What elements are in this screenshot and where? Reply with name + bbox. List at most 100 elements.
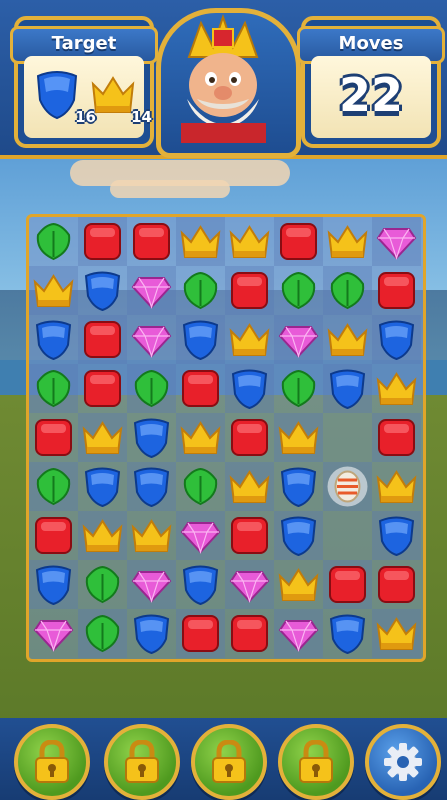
board-cell[interactable] — [372, 315, 421, 364]
green-leaf-icon — [183, 467, 218, 506]
booster-slot-1-locked[interactable] — [14, 724, 90, 800]
green-leaf-icon — [85, 614, 120, 653]
board-cell[interactable] — [78, 364, 127, 413]
board-cell[interactable] — [323, 217, 372, 266]
board-cell[interactable] — [127, 315, 176, 364]
target-item-shield: 16 — [34, 70, 96, 126]
yellow-crown-icon — [376, 470, 417, 503]
board-cell[interactable] — [78, 511, 127, 560]
yellow-crown-icon — [82, 519, 123, 552]
board-cell[interactable] — [274, 609, 323, 658]
board-cell[interactable] — [176, 364, 225, 413]
board-cell[interactable] — [127, 364, 176, 413]
board-cell[interactable] — [372, 413, 421, 462]
board-cell[interactable] — [225, 609, 274, 658]
green-leaf-icon — [36, 467, 71, 506]
board-cell[interactable] — [29, 364, 78, 413]
green-leaf-icon — [36, 369, 71, 408]
board-cell[interactable] — [225, 560, 274, 609]
booster-slot-2-locked[interactable] — [104, 724, 180, 800]
yellow-crown-icon — [278, 568, 319, 601]
booster-slot-4-locked[interactable] — [278, 724, 354, 800]
blue-shield-icon — [378, 320, 415, 360]
top-bar: Target 16 14 Moves 22 — [0, 0, 447, 159]
blue-shield-icon — [182, 320, 219, 360]
board-cell[interactable] — [323, 511, 372, 560]
board-cell[interactable] — [372, 609, 421, 658]
pink-gem-icon — [131, 571, 172, 603]
board-cell[interactable] — [29, 609, 78, 658]
board-cell[interactable] — [29, 315, 78, 364]
booster-slot-3-locked[interactable] — [191, 724, 267, 800]
board-cell[interactable] — [176, 511, 225, 560]
board-cell[interactable] — [29, 413, 78, 462]
blue-shield-icon — [133, 614, 170, 654]
settings-button[interactable] — [365, 724, 441, 800]
board-cell[interactable] — [323, 560, 372, 609]
board-cell[interactable] — [176, 560, 225, 609]
board-cell[interactable] — [225, 315, 274, 364]
board-cell[interactable] — [127, 511, 176, 560]
board-cell[interactable] — [323, 315, 372, 364]
board-cell[interactable] — [274, 217, 323, 266]
blue-shield-icon — [84, 271, 121, 311]
board-cell[interactable] — [127, 217, 176, 266]
board-cell[interactable] — [225, 413, 274, 462]
board-cell[interactable] — [274, 315, 323, 364]
board-cell[interactable] — [176, 217, 225, 266]
red-cube-icon — [84, 370, 121, 407]
board-cell[interactable] — [78, 217, 127, 266]
board-cell[interactable] — [176, 266, 225, 315]
pink-gem-icon — [229, 571, 270, 603]
board-cell[interactable] — [225, 266, 274, 315]
board-cell[interactable] — [323, 609, 372, 658]
board-cell[interactable] — [225, 217, 274, 266]
board-cell[interactable] — [127, 609, 176, 658]
board-cell[interactable] — [225, 364, 274, 413]
board-cell[interactable] — [225, 511, 274, 560]
board-cell[interactable] — [274, 364, 323, 413]
gear-icon — [384, 743, 422, 781]
board-cell[interactable] — [29, 560, 78, 609]
board-cell[interactable] — [372, 560, 421, 609]
board-cell[interactable] — [78, 560, 127, 609]
blue-shield-icon — [35, 320, 72, 360]
board-cell[interactable] — [323, 266, 372, 315]
board-cell[interactable] — [78, 609, 127, 658]
blue-shield-icon — [280, 516, 317, 556]
board-cell[interactable] — [323, 462, 372, 511]
board-cell[interactable] — [29, 217, 78, 266]
board-cell[interactable] — [29, 266, 78, 315]
yellow-crown-icon — [180, 421, 221, 454]
board-cell[interactable] — [78, 462, 127, 511]
board-cell[interactable] — [274, 560, 323, 609]
board-cell[interactable] — [372, 364, 421, 413]
moves-counter: 22 — [338, 68, 403, 122]
board-cell[interactable] — [127, 266, 176, 315]
board-cell[interactable] — [323, 413, 372, 462]
board-cell[interactable] — [127, 462, 176, 511]
board-cell[interactable] — [225, 462, 274, 511]
green-leaf-icon — [330, 271, 365, 310]
board-cell[interactable] — [78, 266, 127, 315]
board-cell[interactable] — [176, 315, 225, 364]
board-cell[interactable] — [323, 364, 372, 413]
board-cell[interactable] — [274, 266, 323, 315]
board-cell[interactable] — [372, 462, 421, 511]
yellow-crown-icon — [376, 372, 417, 405]
board-cell[interactable] — [176, 462, 225, 511]
board-cell[interactable] — [274, 413, 323, 462]
board-cell[interactable] — [176, 609, 225, 658]
board-cell[interactable] — [372, 266, 421, 315]
board-cell[interactable] — [274, 462, 323, 511]
board-cell[interactable] — [372, 511, 421, 560]
board-cell[interactable] — [127, 413, 176, 462]
board-cell[interactable] — [29, 462, 78, 511]
board-cell[interactable] — [372, 217, 421, 266]
board-cell[interactable] — [29, 511, 78, 560]
board-cell[interactable] — [127, 560, 176, 609]
board-cell[interactable] — [176, 413, 225, 462]
board-cell[interactable] — [78, 315, 127, 364]
board-cell[interactable] — [274, 511, 323, 560]
board-cell[interactable] — [78, 413, 127, 462]
